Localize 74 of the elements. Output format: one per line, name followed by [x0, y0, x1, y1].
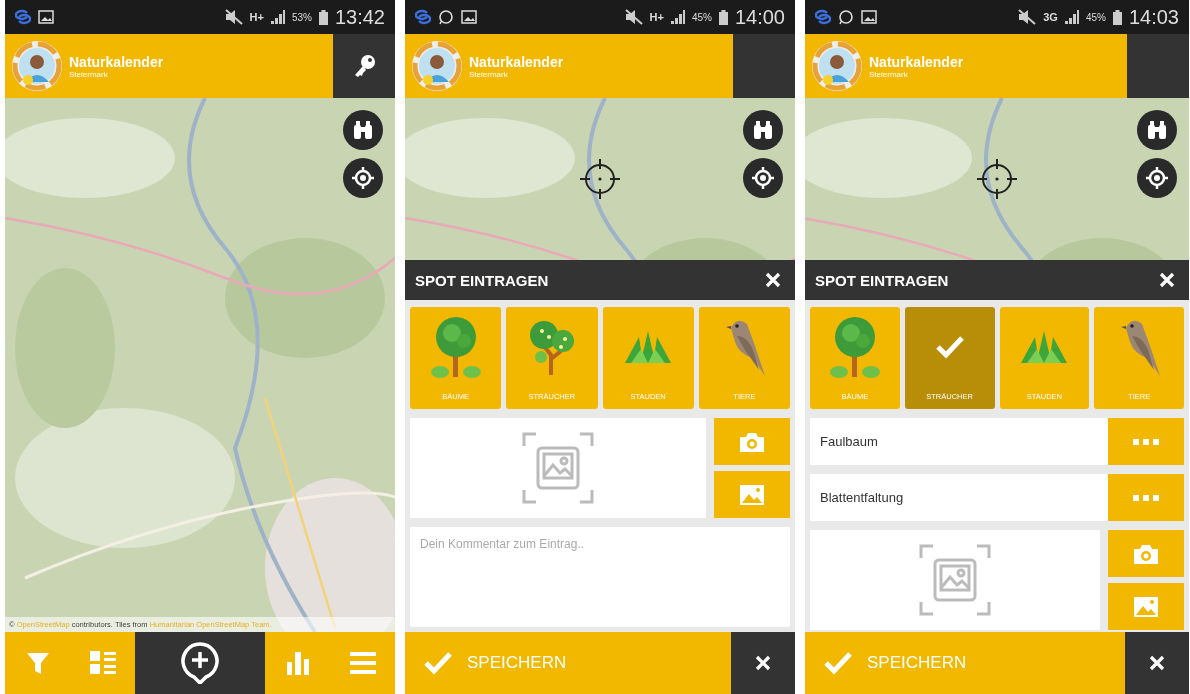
- more-icon: [1133, 438, 1159, 445]
- header-panel: [1127, 34, 1189, 98]
- image-icon: [861, 10, 877, 24]
- logo-icon: [411, 40, 463, 92]
- logo-icon: [811, 40, 863, 92]
- filter-icon: [24, 650, 51, 676]
- key-button[interactable]: [333, 34, 395, 98]
- app-subtitle: Steiermark: [469, 69, 509, 79]
- binoculars-icon: [752, 119, 774, 141]
- network-type: 3G: [1043, 11, 1058, 23]
- signal-icon: [1064, 10, 1079, 24]
- add-spot-icon: [181, 642, 219, 684]
- save-button[interactable]: SPEICHERN: [405, 632, 731, 694]
- gallery-icon: [739, 483, 765, 506]
- save-button[interactable]: SPEICHERN: [805, 632, 1125, 694]
- camera-icon: [739, 430, 765, 453]
- battery-level: 45%: [691, 11, 712, 23]
- battery-icon: [718, 9, 728, 25]
- mute-icon: [624, 9, 643, 25]
- battery-icon: [318, 9, 328, 25]
- clock: 13:42: [334, 5, 385, 29]
- panel-title: SPOT EINTRAGEN: [815, 271, 950, 289]
- photo-placeholder-icon: [522, 432, 594, 504]
- cancel-button[interactable]: [1125, 632, 1189, 694]
- close-icon: [1159, 272, 1175, 288]
- bar-chart-icon: [285, 650, 310, 676]
- choice-field[interactable]: Faulbaum: [810, 418, 1108, 465]
- camera-icon: [1133, 542, 1159, 565]
- battery-icon: [1112, 9, 1122, 25]
- more-icon: [1133, 494, 1159, 501]
- signal-icon: [670, 10, 685, 24]
- close-icon: [1149, 655, 1165, 671]
- binoculars-icon: [352, 119, 374, 141]
- clock: 14:00: [734, 5, 785, 29]
- locate-icon: [1145, 166, 1169, 190]
- check-icon: [934, 334, 965, 359]
- app-title: Naturkalender: [469, 53, 565, 70]
- close-icon: [765, 272, 781, 288]
- clock: 14:03: [1128, 5, 1179, 29]
- app-title: Naturkalender: [869, 53, 965, 70]
- binoculars-icon: [1146, 119, 1168, 141]
- network-type: H+: [649, 11, 664, 23]
- image-icon: [38, 10, 54, 24]
- app-subtitle: Steiermark: [69, 69, 109, 79]
- check-icon: [423, 651, 453, 675]
- check-icon: [823, 651, 853, 675]
- signal-icon: [270, 10, 285, 24]
- mute-icon: [224, 9, 243, 25]
- locate-icon: [351, 166, 375, 190]
- battery-level: 45%: [1085, 11, 1106, 23]
- battery-level: 53%: [291, 11, 312, 23]
- locate-icon: [751, 166, 775, 190]
- add-spot-button[interactable]: [135, 632, 265, 694]
- choice-field[interactable]: Blattentfaltung: [810, 474, 1108, 521]
- logo-icon: [11, 40, 63, 92]
- network-type: H+: [249, 11, 264, 23]
- menu-icon: [349, 651, 376, 675]
- gallery-icon: [1133, 595, 1159, 618]
- app-subtitle: Steiermark: [869, 69, 909, 79]
- app-title: Naturkalender: [69, 53, 165, 70]
- header-panel: [733, 34, 795, 98]
- comment-field[interactable]: Dein Kommentar zum Eintrag..: [410, 527, 790, 627]
- close-icon: [755, 655, 771, 671]
- mute-icon: [1018, 9, 1037, 25]
- photo-placeholder-icon: [919, 544, 991, 616]
- image-icon: [461, 10, 477, 24]
- list-icon: [88, 650, 117, 676]
- chat-icon: [838, 9, 854, 25]
- cancel-button[interactable]: [731, 632, 795, 694]
- chat-icon: [438, 9, 454, 25]
- sync-icon: [415, 9, 431, 25]
- panel-title: SPOT EINTRAGEN: [415, 271, 550, 289]
- sync-icon: [15, 9, 31, 25]
- sync-icon: [815, 9, 831, 25]
